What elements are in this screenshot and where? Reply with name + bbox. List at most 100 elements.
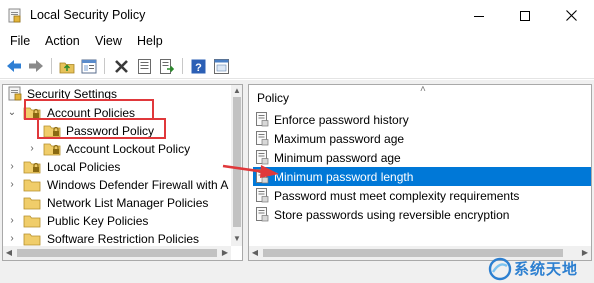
- annotation-arrow-icon: [222, 164, 279, 178]
- folder-icon: [23, 215, 41, 228]
- console-button[interactable]: [212, 57, 230, 75]
- policy-row-reversible-encryption[interactable]: Store passwords using reversible encrypt…: [253, 205, 591, 224]
- tree-horizontal-scrollbar[interactable]: ◀ ▶: [3, 246, 231, 260]
- tree-item-label: Local Policies: [47, 160, 121, 174]
- scroll-left-icon[interactable]: ◀: [249, 247, 261, 259]
- sort-ascending-icon: ˄: [420, 84, 426, 95]
- tree-item-label: Software Restriction Policies: [47, 232, 200, 246]
- watermark-text: 系统天地: [514, 261, 579, 278]
- policy-list-pane: ˄ Policy Enforce password history Maximu…: [248, 84, 592, 261]
- help-icon: ?: [191, 59, 205, 74]
- menu-file[interactable]: File: [10, 34, 30, 48]
- menu-bar: File Action View Help: [0, 31, 594, 52]
- policy-row-label: Maximum password age: [274, 132, 405, 146]
- tree-item-label: Account Lockout Policy: [66, 142, 191, 156]
- scrollbar-thumb[interactable]: [17, 249, 217, 257]
- maximize-button[interactable]: [502, 0, 548, 31]
- up-folder-button[interactable]: [58, 57, 76, 75]
- properties-icon: [137, 58, 151, 74]
- policy-setting-icon: [256, 188, 269, 203]
- toolbar-separator: [104, 58, 105, 74]
- policy-row-minimum-password-age[interactable]: Minimum password age: [253, 148, 591, 167]
- delete-button[interactable]: [112, 57, 130, 75]
- tree-item-label: Account Policies: [47, 106, 136, 120]
- folder-lock-icon: [43, 143, 61, 156]
- menu-view[interactable]: View: [95, 34, 122, 48]
- scroll-left-icon[interactable]: ◀: [3, 247, 15, 259]
- chevron-right-icon[interactable]: ›: [27, 143, 37, 155]
- folder-icon: [23, 179, 41, 192]
- column-header-policy[interactable]: ˄ Policy: [249, 85, 591, 109]
- policy-row-password-complexity[interactable]: Password must meet complexity requiremen…: [253, 186, 591, 205]
- tree-item-network-list-manager[interactable]: Network List Manager Policies: [3, 194, 231, 212]
- policy-setting-icon: [256, 131, 269, 146]
- delete-icon: [114, 59, 128, 73]
- forward-button[interactable]: [27, 57, 45, 75]
- export-list-button[interactable]: [158, 57, 176, 75]
- minimize-button[interactable]: [456, 0, 502, 31]
- tree-item-label: Password Policy: [66, 124, 155, 138]
- chevron-down-icon[interactable]: ⌄: [7, 107, 17, 119]
- back-icon: [7, 60, 21, 72]
- policy-setting-icon: [256, 112, 269, 127]
- policy-row-maximum-password-age[interactable]: Maximum password age: [253, 129, 591, 148]
- up-folder-icon: [59, 62, 75, 73]
- security-policy-app-icon: [8, 8, 21, 23]
- folder-lock-icon: [23, 161, 41, 174]
- folder-lock-icon: [43, 125, 61, 138]
- show-hide-tree-button[interactable]: [80, 57, 98, 75]
- chevron-right-icon[interactable]: ›: [7, 215, 17, 227]
- close-button[interactable]: [548, 0, 594, 31]
- security-settings-icon: [8, 86, 22, 101]
- tree-item-password-policy[interactable]: Password Policy: [3, 122, 231, 140]
- toolbar-separator: [182, 58, 183, 74]
- scroll-right-icon[interactable]: ▶: [219, 247, 231, 259]
- help-button[interactable]: ?: [189, 57, 207, 75]
- console-icon: [213, 58, 229, 74]
- show-hide-tree-icon: [81, 59, 97, 73]
- scroll-down-icon[interactable]: ▼: [231, 233, 242, 245]
- policy-row-label: Enforce password history: [274, 113, 409, 127]
- policy-row-label: Store passwords using reversible encrypt…: [274, 208, 510, 222]
- tree-item-windows-defender-firewall[interactable]: › Windows Defender Firewall with A: [3, 176, 231, 194]
- watermark: 系统天地: [484, 254, 594, 283]
- folder-icon: [23, 197, 41, 210]
- policy-row-enforce-password-history[interactable]: Enforce password history: [253, 110, 591, 129]
- column-header-label: Policy: [257, 91, 290, 105]
- menu-action[interactable]: Action: [45, 34, 80, 48]
- tree-item-local-policies[interactable]: › Local Policies: [3, 158, 231, 176]
- maximize-icon: [520, 10, 530, 21]
- policy-setting-icon: [256, 207, 269, 222]
- window-title: Local Security Policy: [30, 8, 146, 22]
- watermark-logo-icon: [488, 257, 512, 281]
- scroll-up-icon[interactable]: ▲: [231, 85, 242, 97]
- svg-text:?: ?: [195, 62, 202, 74]
- policy-row-label: Minimum password age: [274, 151, 401, 165]
- tree-item-public-key-policies[interactable]: › Public Key Policies: [3, 212, 231, 230]
- tree-item-account-lockout-policy[interactable]: › Account Lockout Policy: [3, 140, 231, 158]
- title-bar: Local Security Policy: [0, 0, 594, 31]
- tree-item-security-settings[interactable]: Security Settings: [3, 85, 231, 103]
- policy-row-label: Minimum password length: [274, 170, 414, 184]
- tree-item-label: Windows Defender Firewall with A: [47, 178, 229, 192]
- tree-item-account-policies[interactable]: ⌄ Account Policies: [3, 104, 231, 122]
- back-button[interactable]: [5, 57, 23, 75]
- toolbar: ?: [0, 53, 594, 79]
- chevron-right-icon[interactable]: ›: [7, 233, 17, 245]
- policy-row-minimum-password-length[interactable]: Minimum password length: [253, 167, 591, 186]
- folder-icon: [23, 233, 41, 246]
- close-icon: [565, 10, 577, 21]
- tree-item-label: Public Key Policies: [47, 214, 149, 228]
- tree-item-label: Network List Manager Policies: [47, 196, 209, 210]
- policy-row-label: Password must meet complexity requiremen…: [274, 189, 520, 203]
- tree-item-label: Security Settings: [27, 87, 118, 101]
- chevron-right-icon[interactable]: ›: [7, 161, 17, 173]
- forward-icon: [29, 60, 43, 72]
- tree-pane: Security Settings ⌄ Account Policies Pas…: [2, 84, 243, 261]
- folder-lock-icon: [23, 107, 41, 120]
- chevron-right-icon[interactable]: ›: [7, 179, 17, 191]
- minimize-icon: [474, 15, 484, 17]
- toolbar-separator: [51, 58, 52, 74]
- menu-help[interactable]: Help: [137, 34, 163, 48]
- properties-button[interactable]: [135, 57, 153, 75]
